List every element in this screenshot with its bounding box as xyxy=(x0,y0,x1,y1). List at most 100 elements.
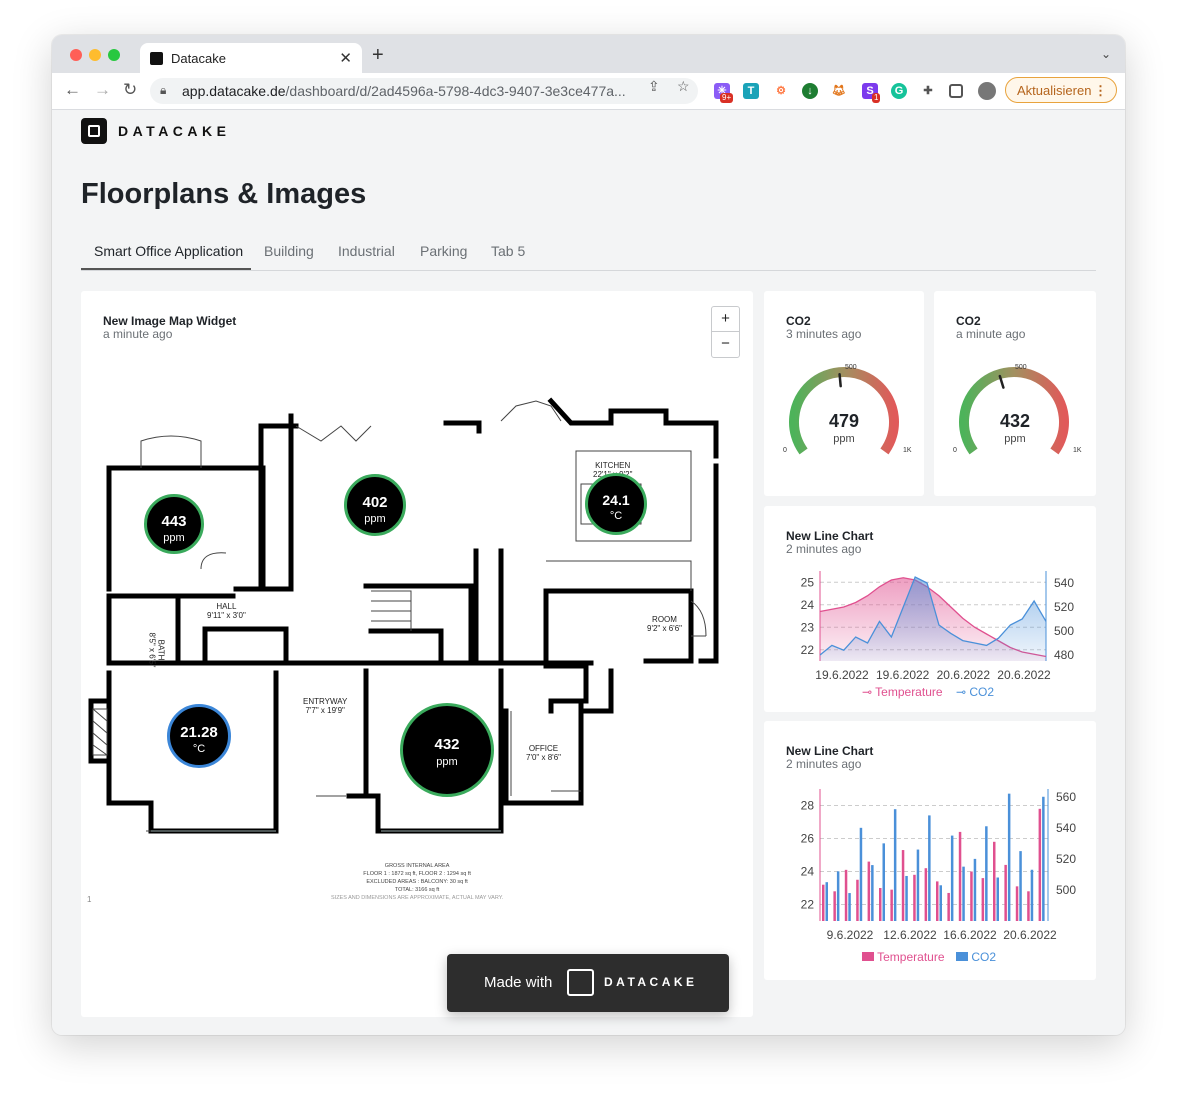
gauge-unit: ppm xyxy=(833,433,855,445)
active-tab-indicator xyxy=(81,268,251,270)
sensor-marker[interactable]: 432 ppm xyxy=(400,703,494,797)
x-tick: 19.6.2022 xyxy=(815,668,869,682)
bar-co2 xyxy=(882,843,885,921)
bar-temperature xyxy=(924,868,928,921)
y-left-tick: 24 xyxy=(801,598,815,612)
tab-building[interactable]: Building xyxy=(264,243,314,259)
y-right-tick: 540 xyxy=(1056,821,1076,835)
bar-temperature xyxy=(867,861,871,921)
browser-tab-title: Datacake xyxy=(171,51,226,66)
room-label-bath: BATH 8'5" x 6'5" xyxy=(147,632,166,668)
legend-co2[interactable]: ⊸ CO2 xyxy=(956,685,994,699)
area-notes: GROSS INTERNAL AREA FLOOR 1 : 1872 sq ft… xyxy=(331,863,504,901)
grammarly-icon[interactable]: G xyxy=(891,83,907,99)
tab-search-chevron-icon[interactable]: ⌄ xyxy=(1101,47,1111,61)
bar-temperature xyxy=(981,878,985,921)
extension-t-icon[interactable]: T xyxy=(743,83,759,99)
y-right-tick: 540 xyxy=(1054,576,1074,590)
bar-chart-widget: New Line Chart 2 minutes ago 28 26 24 22 560… xyxy=(764,721,1096,980)
maximize-window-button[interactable] xyxy=(108,49,120,61)
browser-window: Datacake ✕ + ⌄ ← → ↻ 🔒︎ app.datacake.de/… xyxy=(52,35,1125,1035)
browser-tab[interactable]: Datacake ✕ xyxy=(140,43,362,73)
address-bar[interactable]: 🔒︎ app.datacake.de/dashboard/d/2ad4596a-… xyxy=(150,78,698,104)
widget-timestamp: 2 minutes ago xyxy=(786,542,862,556)
metamask-icon[interactable]: 🦊︎ xyxy=(831,83,847,99)
browser-tab-strip: Datacake ✕ + ⌄ xyxy=(52,35,1125,73)
close-tab-icon[interactable]: ✕ xyxy=(339,49,352,67)
bar-co2 xyxy=(893,809,897,921)
tab-smart-office[interactable]: Smart Office Application xyxy=(94,243,243,259)
y-left-tick: 22 xyxy=(801,643,815,657)
y-right-tick: 500 xyxy=(1054,624,1074,638)
made-with-datacake-badge[interactable]: Made with DATACAKE xyxy=(447,954,729,1012)
bar-co2 xyxy=(939,885,942,921)
sensor-marker[interactable]: 443 ppm xyxy=(144,494,204,554)
gauge-tick-max: 1K xyxy=(903,447,912,454)
sensor-marker[interactable]: 402 ppm xyxy=(344,474,406,536)
bar-co2 xyxy=(985,826,988,921)
minimize-window-button[interactable] xyxy=(89,49,101,61)
close-window-button[interactable] xyxy=(70,49,82,61)
gauge-tick-min: 0 xyxy=(953,447,957,454)
forward-arrow-icon[interactable]: → xyxy=(94,80,111,100)
widget-timestamp: a minute ago xyxy=(956,327,1026,341)
brand-name: DATACAKE xyxy=(118,123,231,139)
extension-badge: 1 xyxy=(872,93,881,103)
dashboard-page: DATACAKE Floorplans & Images Smart Offic… xyxy=(52,110,1125,1035)
bar-temperature xyxy=(1038,808,1042,921)
bookmark-star-icon[interactable]: ☆ xyxy=(677,78,690,95)
share-icon[interactable]: ⇪ xyxy=(648,78,660,95)
bar-co2 xyxy=(916,849,920,921)
tab-parking[interactable]: Parking xyxy=(420,243,467,259)
download-icon[interactable]: ↓ xyxy=(802,83,818,99)
bar-temperature xyxy=(879,888,882,921)
update-button[interactable]: Aktualisieren ⋮ xyxy=(1005,77,1117,103)
datacake-logo-icon[interactable] xyxy=(81,118,107,144)
profile-avatar[interactable] xyxy=(978,82,996,100)
hubspot-icon[interactable]: ⚙ xyxy=(773,83,789,99)
co2-gauge-widget: CO2 a minute ago 500 0 1K 432 ppm xyxy=(934,291,1096,496)
bar-temperature xyxy=(901,850,905,921)
line-chart-widget: New Line Chart 2 minutes ago 25 24 23 22 540… xyxy=(764,506,1096,712)
tab-industrial[interactable]: Industrial xyxy=(338,243,395,259)
bar-co2 xyxy=(1019,851,1022,921)
tab-5[interactable]: Tab 5 xyxy=(491,243,525,259)
side-panel-icon[interactable] xyxy=(949,84,963,98)
bar-co2 xyxy=(905,875,908,921)
room-label-room: ROOM 9'2" x 6'6" xyxy=(647,615,682,633)
sensor-marker[interactable]: 24.1 °C xyxy=(585,473,647,535)
floorplan-image xyxy=(88,397,719,834)
legend-temperature[interactable]: Temperature xyxy=(862,950,945,964)
bar-co2 xyxy=(1030,869,1034,921)
y-right-tick: 500 xyxy=(1056,883,1076,897)
gauge-needle xyxy=(838,372,842,388)
gauge-tick-max: 1K xyxy=(1073,447,1082,454)
sensor-marker[interactable]: 21.28 °C xyxy=(167,704,231,768)
bar-co2 xyxy=(871,865,874,921)
new-tab-icon[interactable]: + xyxy=(372,44,384,67)
back-arrow-icon[interactable]: ← xyxy=(64,80,81,100)
widget-title: New Line Chart xyxy=(786,744,874,758)
reload-icon[interactable]: ↻ xyxy=(123,80,137,100)
y-left-tick: 28 xyxy=(801,799,815,813)
made-with-brand: DATACAKE xyxy=(604,975,698,989)
room-label-hall: HALL 9'11" x 3'0" xyxy=(207,602,246,620)
y-right-tick: 520 xyxy=(1056,852,1076,866)
gauge-value: 432 xyxy=(999,411,1031,431)
y-right-tick: 520 xyxy=(1054,600,1074,614)
puzzle-icon[interactable]: ✚ xyxy=(920,83,936,99)
bar-co2 xyxy=(996,877,999,921)
bar-co2 xyxy=(962,866,965,921)
legend-temperature[interactable]: ⊸ Temperature xyxy=(862,685,943,699)
bar-co2 xyxy=(973,858,977,921)
room-label-office: OFFICE 7'0" x 8'6" xyxy=(526,744,561,762)
bar-temperature xyxy=(844,869,848,921)
bar-temperature xyxy=(1027,891,1030,921)
x-tick: 16.6.2022 xyxy=(943,928,997,942)
bar-co2 xyxy=(848,893,851,921)
dashboard-tabs: Smart Office Application Building Indust… xyxy=(81,243,1096,271)
lock-icon: 🔒︎ xyxy=(160,83,167,97)
page-marker: 1 xyxy=(87,895,92,904)
legend-co2[interactable]: CO2 xyxy=(956,950,996,964)
x-tick: 20.6.2022 xyxy=(1003,928,1057,942)
